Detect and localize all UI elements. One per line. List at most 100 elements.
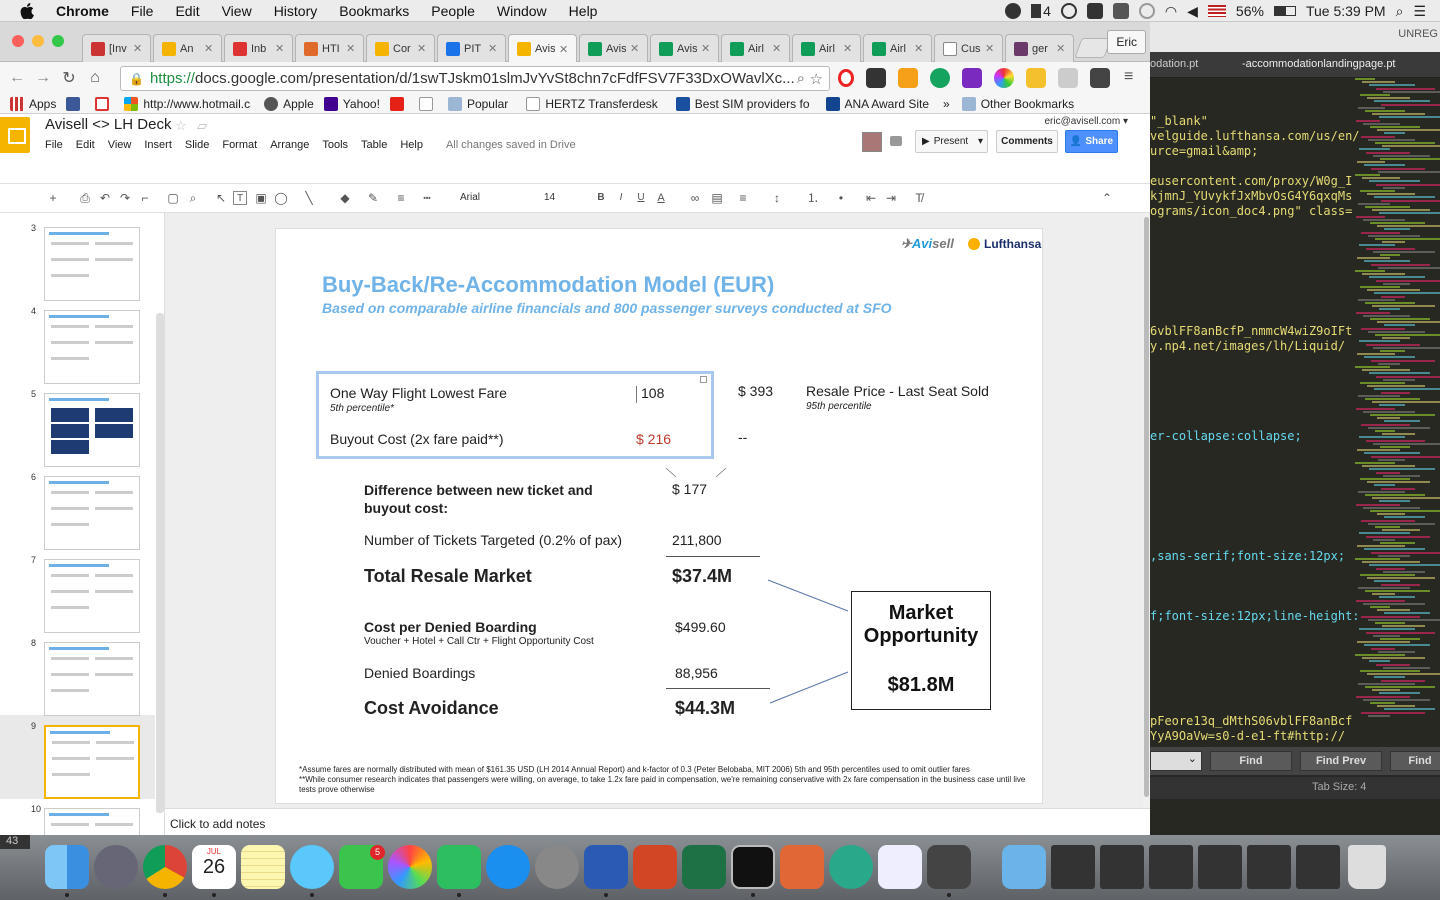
menu-window[interactable]: Window: [497, 3, 547, 19]
resize-handle-icon[interactable]: [700, 376, 707, 383]
select-icon[interactable]: ↖: [214, 191, 228, 205]
wifi-icon[interactable]: ◠: [1165, 3, 1177, 20]
bookmark-popular[interactable]: Popular: [447, 96, 508, 111]
browser-tab[interactable]: An ✕: [153, 34, 222, 62]
color-extension-icon[interactable]: [994, 68, 1014, 88]
menu-file[interactable]: File: [131, 3, 154, 19]
app-store-icon[interactable]: [486, 845, 530, 889]
menu-bookmarks[interactable]: Bookmarks: [339, 3, 409, 19]
new-slide-icon[interactable]: +: [46, 191, 60, 205]
minimize-window-button[interactable]: [32, 35, 44, 47]
star-icon[interactable]: ☆: [175, 118, 187, 134]
chrome-icon[interactable]: [143, 845, 187, 889]
tab-close-icon[interactable]: ✕: [275, 42, 284, 55]
find-button[interactable]: Find: [1210, 751, 1292, 771]
tab-close-icon[interactable]: ✕: [346, 42, 355, 55]
matlab-icon[interactable]: [780, 845, 824, 889]
canvas-scrollbar[interactable]: [1143, 213, 1150, 808]
textbox-icon[interactable]: T: [233, 191, 247, 205]
line-spacing-icon[interactable]: ↕: [770, 191, 784, 205]
slides-menu-format[interactable]: Format: [222, 139, 257, 151]
share-button[interactable]: 👤 Share: [1065, 130, 1118, 153]
slides-menu-edit[interactable]: Edit: [76, 139, 95, 151]
browser-tab[interactable]: ger ✕: [1005, 34, 1074, 62]
textedit-icon[interactable]: [878, 845, 922, 889]
tab-close-icon[interactable]: ✕: [559, 43, 568, 56]
find-options-dropdown[interactable]: ⌄: [1150, 751, 1202, 771]
tab-close-icon[interactable]: ✕: [701, 42, 710, 55]
numbered-list-icon[interactable]: ⒈: [806, 191, 820, 205]
slide-thumbnail[interactable]: [44, 393, 140, 467]
code-line[interactable]: kjmnJ_YUvykfJxMbvOsG4Y6qxqMs: [1150, 189, 1352, 203]
calendar-icon[interactable]: JUL 26: [192, 845, 236, 889]
bookmarks-overflow[interactable]: »: [943, 97, 950, 111]
bookmark-sim[interactable]: Best SIM providers fo: [675, 96, 810, 111]
slide-thumbnail[interactable]: [44, 310, 140, 384]
slide-thumbnail[interactable]: [44, 642, 140, 716]
menu-help[interactable]: Help: [569, 3, 598, 19]
italic-icon[interactable]: I: [614, 191, 628, 205]
undo-icon[interactable]: ↶: [98, 191, 112, 205]
code-line[interactable]: pFeore13q_dMthS06vblFF8anBcf: [1150, 714, 1352, 728]
bold-icon[interactable]: B: [594, 191, 608, 205]
chevron-down-icon[interactable]: ▾: [978, 136, 983, 147]
bookmark-other[interactable]: Other Bookmarks: [961, 96, 1074, 111]
bookmark-youtube[interactable]: [389, 96, 409, 111]
spotlight-search-icon[interactable]: ⌕: [1396, 3, 1404, 20]
code-line[interactable]: velguide.lufthansa.com/us/en/: [1150, 129, 1360, 143]
notification-center-icon[interactable]: ☰: [1413, 3, 1426, 20]
border-weight-icon[interactable]: ≡: [394, 191, 408, 205]
tab-close-icon[interactable]: ✕: [914, 42, 923, 55]
browser-tab[interactable]: Airl ✕: [792, 34, 861, 62]
notes-icon[interactable]: [241, 845, 285, 889]
sublime-text-icon[interactable]: [927, 845, 971, 889]
slides-menu-view[interactable]: View: [108, 139, 132, 151]
system-preferences-icon[interactable]: [535, 845, 579, 889]
slide-thumbnail[interactable]: [44, 476, 140, 550]
canvas-scroll-thumb[interactable]: [1144, 217, 1149, 797]
align-icon[interactable]: ≡: [736, 191, 750, 205]
evernote-status-icon[interactable]: [1086, 3, 1103, 19]
comments-button[interactable]: Comments: [996, 130, 1058, 153]
speaker-notes[interactable]: Click to add notes: [165, 808, 1150, 835]
code-line[interactable]: er-collapse:collapse;: [1150, 429, 1302, 443]
editor-tab-1[interactable]: odation.pt: [1150, 58, 1198, 70]
bulleted-list-icon[interactable]: •: [834, 191, 848, 205]
selected-fare-table[interactable]: One Way Flight Lowest Fare 5th percentil…: [316, 371, 714, 459]
photos-icon[interactable]: [388, 845, 432, 889]
profile-button[interactable]: Eric: [1107, 30, 1146, 54]
chrome-menu-icon[interactable]: ≡: [1124, 68, 1133, 86]
minimap[interactable]: [1355, 78, 1440, 718]
account-email[interactable]: eric@avisell.com ▾: [1044, 116, 1128, 127]
decrease-indent-icon[interactable]: ⇤: [864, 191, 878, 205]
browser-tab[interactable]: Cus ✕: [934, 34, 1003, 62]
clear-formatting-icon[interactable]: T̸: [912, 191, 926, 205]
bookmark-hotmail[interactable]: http://www.hotmail.c: [124, 96, 250, 111]
downloads-stack-icon[interactable]: [1002, 845, 1046, 889]
chart-extension-icon[interactable]: [898, 68, 918, 88]
browser-tab[interactable]: Avis ✕: [650, 34, 719, 62]
menu-people[interactable]: People: [431, 3, 475, 19]
word-icon[interactable]: [584, 845, 628, 889]
finder-icon[interactable]: [45, 845, 89, 889]
browser-tab[interactable]: Cor ✕: [366, 34, 435, 62]
line-icon[interactable]: ╲: [302, 191, 316, 205]
gray-extension-icon[interactable]: [1058, 68, 1078, 88]
text-color-icon[interactable]: A: [654, 191, 668, 205]
tab-close-icon[interactable]: ✕: [204, 42, 213, 55]
window-thumbnail-1[interactable]: [1051, 845, 1095, 889]
code-line[interactable]: "_blank": [1150, 114, 1208, 128]
browser-tab[interactable]: HTI ✕: [295, 34, 364, 62]
link-icon[interactable]: ∞: [688, 191, 702, 205]
tab-close-icon[interactable]: ✕: [772, 42, 781, 55]
code-line[interactable]: YyA9OaVw=s0-d-e1-ft#http://: [1150, 729, 1345, 743]
browser-tab[interactable]: Airl ✕: [721, 34, 790, 62]
code-line[interactable]: ograms/icon_doc4.png" class=: [1150, 204, 1352, 218]
code-line[interactable]: ,sans-serif;font-size:12px;: [1150, 549, 1345, 563]
browser-tab[interactable]: Inb ✕: [224, 34, 293, 62]
browser-tab[interactable]: Airl ✕: [863, 34, 932, 62]
image-icon[interactable]: ▣: [254, 191, 268, 205]
increase-indent-icon[interactable]: ⇥: [884, 191, 898, 205]
tab-close-icon[interactable]: ✕: [417, 42, 426, 55]
status-count-icon[interactable]: 4: [1031, 3, 1051, 19]
